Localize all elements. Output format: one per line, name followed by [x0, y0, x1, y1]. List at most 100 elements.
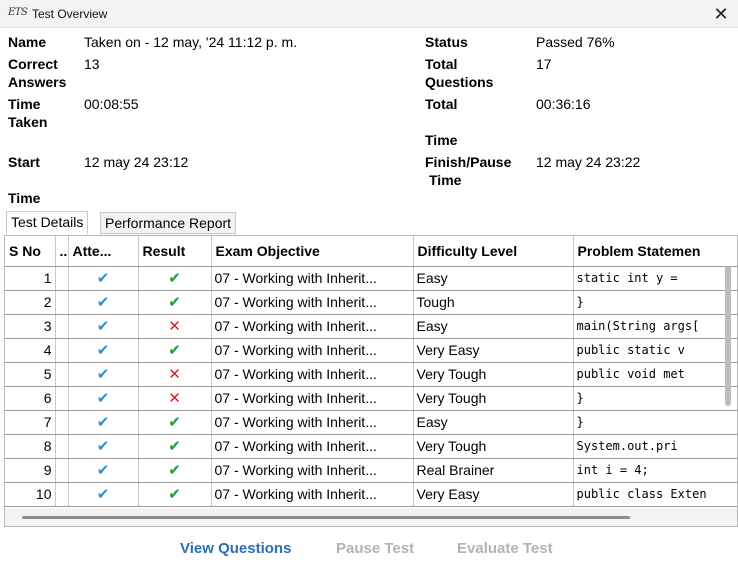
- col-header-attempted[interactable]: Atte...: [68, 236, 139, 267]
- cell-problem: public static v: [573, 338, 737, 363]
- window-title: Test Overview: [32, 7, 108, 21]
- app-logo-icon: ETS: [8, 7, 28, 18]
- finish-label-line2: Time: [429, 172, 462, 188]
- icon-cell: ✕: [138, 362, 212, 387]
- cell-difficulty: Real Brainer: [413, 458, 574, 483]
- total-q-label-line2: Questions: [425, 74, 494, 90]
- table-row[interactable]: 7 ✔ ✔ 07 - Working with Inherit... Easy}: [5, 410, 737, 435]
- icon-cell: ✕: [138, 386, 212, 411]
- close-icon[interactable]: ✕: [708, 2, 734, 26]
- cell-flag: [55, 458, 69, 483]
- col-header-difficulty[interactable]: Difficulty Level: [413, 236, 574, 267]
- col-header-flag[interactable]: ..: [55, 236, 69, 267]
- cell-objective: 07 - Working with Inherit...: [211, 482, 414, 507]
- cell-problem: }: [573, 410, 737, 435]
- icon-cell: ✔: [138, 410, 212, 435]
- cell-sno: 3: [5, 314, 56, 339]
- col-header-problem[interactable]: Problem Statemen: [573, 236, 737, 267]
- tab-test-details[interactable]: Test Details: [6, 211, 89, 234]
- attempted-check-icon: ✔: [96, 462, 110, 479]
- evaluate-test-button: Evaluate Test: [457, 540, 553, 557]
- cell-sno: 9: [5, 458, 56, 483]
- tab-performance-report[interactable]: Performance Report: [100, 212, 237, 234]
- start-time-label: Start Time: [8, 153, 40, 207]
- attempted-check-icon: ✔: [96, 318, 110, 335]
- view-questions-button[interactable]: View Questions: [180, 540, 291, 557]
- icon-cell: ✔: [68, 386, 139, 411]
- cell-flag: [55, 410, 69, 435]
- status-label: Status: [425, 34, 468, 50]
- table-row[interactable]: 9 ✔ ✔ 07 - Working with Inherit... Real Brai…: [5, 458, 737, 483]
- cell-flag: [55, 482, 69, 507]
- table-row[interactable]: 8 ✔ ✔ 07 - Working with Inherit... Very Toug…: [5, 434, 737, 459]
- time-taken-value: 00:08:55: [84, 96, 139, 112]
- correct-check-icon: ✔: [168, 270, 181, 287]
- cell-flag: [55, 290, 69, 315]
- col-header-sno[interactable]: S No: [5, 236, 56, 267]
- table-row[interactable]: 10 ✔ ✔ 07 - Working with Inherit... Very Eas…: [5, 482, 737, 507]
- col-header-result[interactable]: Result: [138, 236, 212, 267]
- icon-cell: ✔: [138, 338, 212, 363]
- cell-problem: public void met: [573, 362, 737, 387]
- table-row[interactable]: 5 ✔ ✕ 07 - Working with Inherit... Very Toug…: [5, 362, 737, 387]
- cell-objective: 07 - Working with Inherit...: [211, 314, 414, 339]
- cell-sno: 2: [5, 290, 56, 315]
- start-label-line1: Start: [8, 154, 40, 170]
- total-time-label-line2: Time: [425, 132, 458, 148]
- cell-objective: 07 - Working with Inherit...: [211, 266, 414, 291]
- cell-sno: 8: [5, 434, 56, 459]
- correct-label-line2: Answers: [8, 74, 67, 90]
- icon-cell: ✔: [138, 266, 212, 291]
- attempted-check-icon: ✔: [96, 294, 110, 311]
- cell-difficulty: Very Easy: [413, 482, 574, 507]
- total-questions-value: 17: [536, 56, 552, 72]
- table-row[interactable]: 4 ✔ ✔ 07 - Working with Inherit... Very Easy…: [5, 338, 737, 363]
- cell-difficulty: Very Tough: [413, 386, 574, 411]
- table-row[interactable]: 6 ✔ ✕ 07 - Working with Inherit... Very Toug…: [5, 386, 737, 411]
- name-value: Taken on - 12 may, '24 11:12 p. m.: [84, 34, 298, 50]
- table-row[interactable]: 1 ✔ ✔ 07 - Working with Inherit... Easy stat…: [5, 266, 737, 291]
- cell-objective: 07 - Working with Inherit...: [211, 290, 414, 315]
- wrong-cross-icon: ✕: [168, 366, 181, 383]
- table-row[interactable]: 2 ✔ ✔ 07 - Working with Inherit... Tough }: [5, 290, 737, 315]
- cell-difficulty: Easy: [413, 314, 574, 339]
- table-row[interactable]: 3 ✔ ✕ 07 - Working with Inherit... Easy main(…: [5, 314, 737, 339]
- grid-viewport: S No .. Atte... Result Exam Objective Di…: [5, 236, 737, 508]
- icon-cell: ✔: [68, 458, 139, 483]
- cell-sno: 6: [5, 386, 56, 411]
- cell-difficulty: Very Tough: [413, 434, 574, 459]
- total-time-value: 00:36:16: [536, 96, 591, 112]
- cell-flag: [55, 314, 69, 339]
- total-time-label: Total Time: [425, 95, 457, 149]
- test-details-grid: S No .. Atte... Result Exam Objective Di…: [4, 235, 738, 527]
- col-header-objective[interactable]: Exam Objective: [211, 236, 414, 267]
- cell-flag: [55, 434, 69, 459]
- cell-objective: 07 - Working with Inherit...: [211, 434, 414, 459]
- cell-difficulty: Easy: [413, 410, 574, 435]
- horizontal-scrollbar[interactable]: [22, 516, 630, 519]
- icon-cell: ✔: [138, 458, 212, 483]
- attempted-check-icon: ✔: [96, 366, 110, 383]
- correct-label-line1: Correct: [8, 56, 58, 72]
- status-value: Passed 76%: [536, 34, 615, 50]
- pause-test-button: Pause Test: [336, 540, 415, 557]
- vertical-scrollbar[interactable]: [725, 266, 731, 406]
- cell-difficulty: Tough: [413, 290, 574, 315]
- cell-difficulty: Very Tough: [413, 362, 574, 387]
- icon-cell: ✔: [68, 362, 139, 387]
- icon-cell: ✔: [68, 314, 139, 339]
- icon-cell: ✔: [68, 290, 139, 315]
- start-label-line2: Time: [8, 190, 41, 206]
- cell-flag: [55, 338, 69, 363]
- table-header-row: S No .. Atte... Result Exam Objective Di…: [5, 236, 737, 267]
- wrong-cross-icon: ✕: [168, 318, 181, 335]
- finish-time-value: 12 may 24 23:22: [536, 154, 641, 170]
- cell-objective: 07 - Working with Inherit...: [211, 362, 414, 387]
- correct-answers-label: Correct Answers: [8, 55, 66, 91]
- attempted-check-icon: ✔: [96, 438, 110, 455]
- time-taken-label-line2: Taken: [8, 114, 48, 130]
- attempted-check-icon: ✔: [96, 486, 110, 503]
- correct-answers-value: 13: [84, 56, 100, 72]
- total-time-label-line1: Total: [425, 96, 458, 112]
- correct-check-icon: ✔: [168, 438, 181, 455]
